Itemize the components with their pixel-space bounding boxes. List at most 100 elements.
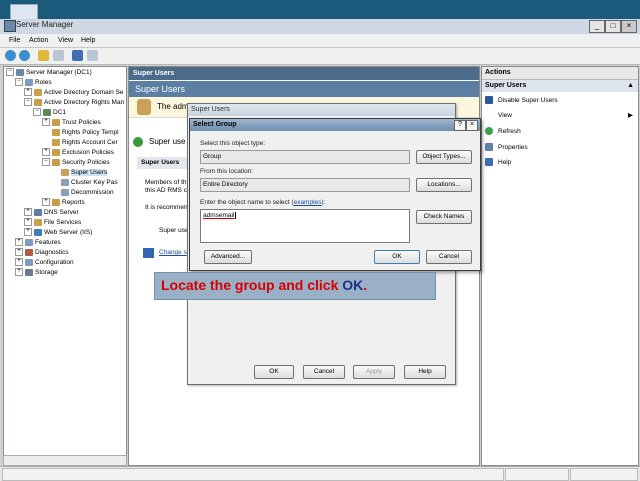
status-ok-icon (133, 137, 143, 147)
back-arrow-icon[interactable] (5, 50, 16, 61)
tree-item[interactable]: + Trust Policies (42, 118, 101, 128)
up-folder-icon[interactable] (38, 50, 49, 61)
tree-item[interactable]: + Reports (42, 198, 85, 208)
dialog-close-button[interactable]: × (466, 120, 478, 131)
server-manager-icon (4, 20, 16, 32)
status-segment-2 (505, 468, 569, 481)
action-help[interactable]: Help (485, 158, 511, 168)
expand-icon[interactable]: + (24, 208, 32, 217)
expand-icon[interactable]: + (15, 258, 23, 267)
tree-item[interactable]: − Security Policies (42, 158, 110, 168)
action-properties[interactable]: Properties (485, 143, 528, 153)
close-button[interactable]: × (621, 20, 637, 33)
status-segment-3 (570, 468, 638, 481)
tree-node-icon (52, 158, 60, 166)
action-refresh[interactable]: Refresh (485, 127, 521, 137)
tree-item[interactable]: Cluster Key Pas (51, 178, 118, 188)
tree-item[interactable]: Super Users (51, 168, 108, 178)
tree-item-label: Cluster Key Pas (71, 179, 118, 186)
actions-section[interactable]: Super Users ▲ (482, 80, 638, 92)
tree-item[interactable]: − Server Manager (DC1) (6, 68, 92, 78)
console-tree-icon[interactable] (87, 50, 98, 61)
tree-item[interactable]: + Configuration (15, 258, 74, 268)
tree-item[interactable]: Rights Policy Templ (42, 128, 119, 138)
super-cancel-button[interactable]: Cancel (303, 365, 345, 379)
minimize-button[interactable]: _ (589, 20, 605, 33)
tree-item-label: Reports (62, 199, 85, 206)
center-header: Super Users (129, 67, 479, 80)
instruction-callout: Locate the group and click OK. (154, 272, 436, 300)
collapse-icon[interactable]: − (42, 158, 50, 167)
tree-item-label: Trust Policies (62, 119, 101, 126)
collapse-icon[interactable]: − (24, 98, 32, 107)
menu-view[interactable]: View (58, 37, 73, 44)
cancel-button[interactable]: Cancel (426, 250, 472, 264)
tree-item[interactable]: + Web Server (IIS) (24, 228, 92, 238)
center-title-band: Super Users (129, 81, 479, 97)
tree-horizontal-scrollbar[interactable] (3, 455, 127, 466)
tree-item-label: Exclusion Policies (62, 149, 115, 156)
tree-item-label: Decommission (71, 189, 114, 196)
tree-node-icon (52, 128, 60, 136)
tree-item[interactable]: + Active Directory Domain Se (24, 88, 123, 98)
tree-item[interactable]: − DC1 (33, 108, 66, 118)
action-view[interactable]: View ▶ (485, 111, 635, 121)
object-name-input[interactable]: admsemail (200, 209, 410, 243)
collapse-icon[interactable]: − (15, 78, 23, 87)
tree-item-label: Rights Account Cer (62, 139, 118, 146)
window-title: Server Manager (16, 20, 74, 29)
menu-file[interactable]: File (9, 37, 20, 44)
tree-node-icon (25, 78, 33, 86)
collapse-arrow-icon[interactable]: ▲ (624, 80, 634, 92)
check-names-button[interactable]: Check Names (416, 210, 472, 224)
maximize-button[interactable]: □ (605, 20, 621, 33)
tree-item[interactable]: + Storage (15, 268, 58, 278)
super-ok-button[interactable]: OK (254, 365, 294, 379)
action-label: View (498, 112, 512, 119)
collapse-icon[interactable]: − (33, 108, 41, 117)
forward-arrow-icon[interactable] (19, 50, 30, 61)
actions-header: Actions (482, 67, 638, 80)
expand-icon[interactable]: + (24, 228, 32, 237)
tree-item[interactable]: Decommission (51, 188, 114, 198)
expand-icon[interactable]: + (42, 198, 50, 207)
action-disable-super-users[interactable]: Disable Super Users (485, 96, 558, 106)
tree-item[interactable]: + DNS Server (24, 208, 79, 218)
tree-item-label: Server Manager (DC1) (26, 69, 92, 76)
object-types-button[interactable]: Object Types... (416, 150, 472, 164)
expand-icon[interactable]: + (24, 218, 32, 227)
tree-item[interactable]: Rights Account Cer (42, 138, 118, 148)
super-apply-button[interactable]: Apply (353, 365, 395, 379)
tree-item[interactable]: − Roles (15, 78, 52, 88)
expand-icon[interactable]: + (42, 148, 50, 157)
super-help-button[interactable]: Help (404, 365, 446, 379)
tree-item[interactable]: + Diagnostics (15, 248, 69, 258)
tree-item[interactable]: + Features (15, 238, 61, 248)
expand-icon[interactable]: + (15, 248, 23, 257)
expand-icon[interactable]: + (15, 238, 23, 247)
select-group-dialog: Select Group ? × Select this object type… (189, 118, 481, 271)
ok-button[interactable]: OK (374, 250, 420, 264)
dialog-help-button[interactable]: ? (454, 120, 466, 131)
members-text: Members of th (145, 179, 187, 186)
collapse-icon[interactable]: − (6, 68, 14, 77)
change-link[interactable]: Change s (159, 249, 187, 256)
expand-icon[interactable]: + (15, 268, 23, 277)
help-icon[interactable] (72, 50, 83, 61)
console-tree: − Server Manager (DC1) − Roles + Active Direc… (3, 66, 127, 466)
tree-node-icon (25, 258, 33, 266)
tree-item[interactable]: − Active Directory Rights Man (24, 98, 124, 108)
advanced-button[interactable]: Advanced... (204, 250, 252, 264)
tree-node-icon (25, 268, 33, 276)
expand-icon[interactable]: + (24, 88, 32, 97)
menu-action[interactable]: Action (29, 37, 48, 44)
expand-icon[interactable]: + (42, 118, 50, 127)
tree-item[interactable]: + Exclusion Policies (42, 148, 114, 158)
locations-button[interactable]: Locations... (416, 178, 472, 192)
tree-node-icon (16, 68, 24, 76)
show-hide-tree-icon[interactable] (53, 50, 64, 61)
menu-help[interactable]: Help (81, 37, 95, 44)
examples-link[interactable]: examples (294, 199, 322, 206)
tree-node-icon (52, 198, 60, 206)
tree-item[interactable]: + File Services (24, 218, 81, 228)
